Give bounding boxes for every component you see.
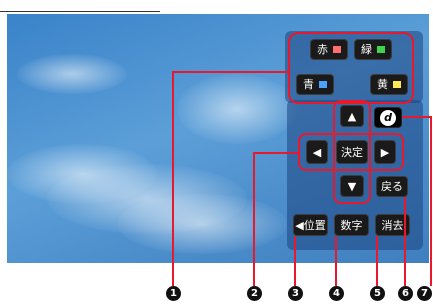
callout-line-6 [404, 197, 406, 286]
callout-number: 1 [170, 288, 177, 299]
cloud [17, 54, 127, 94]
callout-number: 3 [292, 288, 299, 299]
callout-number: 2 [251, 288, 258, 299]
cloud [177, 74, 297, 144]
callout-line-1 [174, 71, 290, 73]
title-underline [0, 11, 160, 12]
callout-line-5 [376, 236, 378, 286]
callout-line-3 [294, 236, 296, 286]
callout-number: 7 [421, 288, 428, 299]
callout-line-1 [172, 71, 174, 286]
numbers-button[interactable]: 数字 [334, 214, 369, 236]
callout-line-2 [253, 152, 255, 286]
callout-number: 6 [402, 288, 409, 299]
callout-badge-3: 3 [288, 286, 303, 301]
callout-line-2 [255, 152, 300, 154]
callout-number: 4 [333, 288, 340, 299]
color-buttons-highlight [288, 32, 414, 104]
callout-badge-5: 5 [370, 286, 385, 301]
position-button[interactable]: ◀位置 [293, 214, 328, 236]
callout-number: 5 [374, 288, 381, 299]
d-button[interactable]: d [374, 107, 402, 128]
callout-badge-1: 1 [166, 286, 181, 301]
callout-line-7 [430, 116, 432, 286]
callout-badge-2: 2 [247, 286, 262, 301]
callout-line-7 [402, 116, 432, 118]
clear-label: 消去 [381, 218, 404, 232]
dpad-vertical-highlight [333, 100, 371, 204]
title-area [0, 0, 160, 12]
d-icon: d [380, 109, 396, 126]
back-button[interactable]: 戻る [376, 176, 408, 197]
callout-badge-7: 7 [417, 286, 432, 301]
numbers-label: 数字 [340, 218, 363, 232]
position-label: ◀位置 [295, 218, 326, 232]
callout-badge-4: 4 [329, 286, 344, 301]
back-label: 戻る [381, 180, 403, 193]
callout-badge-6: 6 [398, 286, 413, 301]
cloud [117, 194, 287, 254]
callout-line-4 [335, 236, 337, 286]
